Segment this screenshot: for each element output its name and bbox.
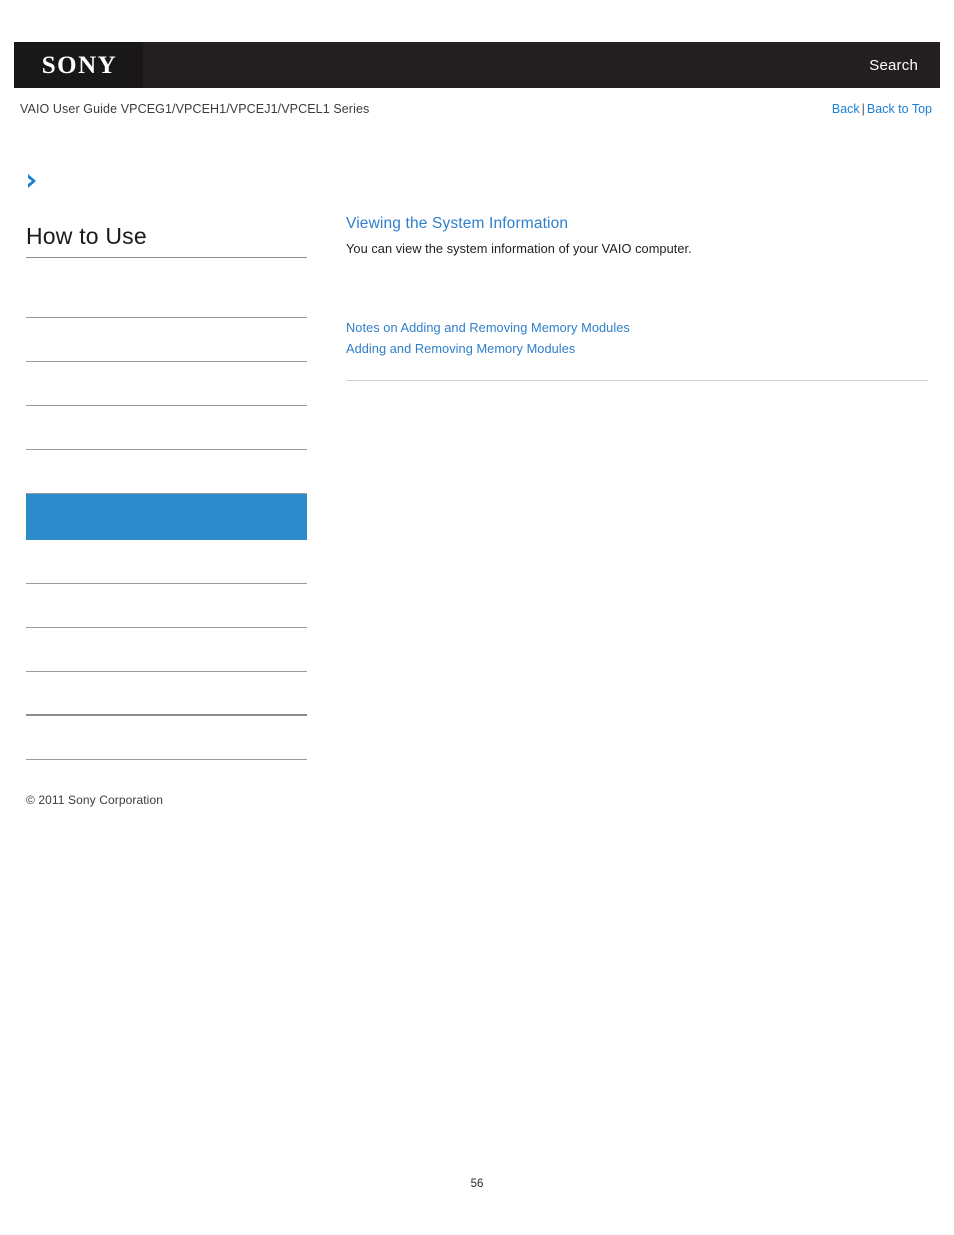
sidebar-item[interactable] xyxy=(26,362,307,406)
nav-separator: | xyxy=(861,102,865,116)
sidebar-item[interactable] xyxy=(26,716,307,760)
related-link[interactable]: Adding and Removing Memory Modules xyxy=(346,339,928,360)
sidebar-item[interactable] xyxy=(26,672,307,716)
sidebar: How to Use © 2011 Sony Corporation xyxy=(26,168,307,807)
subheader-bar: VAIO User Guide VPCEG1/VPCEH1/VPCEJ1/VPC… xyxy=(20,102,932,116)
sidebar-item[interactable] xyxy=(26,406,307,450)
content-heading: Viewing the System Information xyxy=(346,215,569,232)
main-content: Viewing the System Information You can v… xyxy=(346,214,928,389)
sidebar-item[interactable] xyxy=(26,274,307,318)
related-links-list: Notes on Adding and Removing Memory Modu… xyxy=(346,318,928,360)
breadcrumb[interactable] xyxy=(26,168,307,194)
sony-logo-block[interactable]: SONY xyxy=(14,42,143,88)
content-description: You can view the system information of y… xyxy=(346,241,692,257)
sidebar-item[interactable] xyxy=(26,628,307,672)
related-link[interactable]: Notes on Adding and Removing Memory Modu… xyxy=(346,318,928,339)
page-title: How to Use xyxy=(26,223,307,259)
nav-links: Back | Back to Top xyxy=(832,102,932,116)
sidebar-item[interactable] xyxy=(26,318,307,362)
chevron-right-icon xyxy=(26,173,40,189)
back-link[interactable]: Back xyxy=(832,102,860,116)
sidebar-nav-list xyxy=(26,274,307,760)
guide-title: VAIO User Guide VPCEG1/VPCEH1/VPCEJ1/VPC… xyxy=(20,102,370,116)
sidebar-item-active[interactable] xyxy=(26,493,307,540)
sidebar-item[interactable] xyxy=(26,540,307,584)
back-to-top-link[interactable]: Back to Top xyxy=(867,102,932,116)
sidebar-item[interactable] xyxy=(26,584,307,628)
sony-logo: SONY xyxy=(41,51,118,79)
search-link[interactable]: Search xyxy=(869,57,940,74)
site-header: SONY Search xyxy=(14,42,940,88)
copyright-notice: © 2011 Sony Corporation xyxy=(26,792,164,807)
sidebar-item[interactable] xyxy=(26,450,307,494)
page-number: 56 xyxy=(470,1178,484,1190)
content-divider xyxy=(346,380,928,382)
